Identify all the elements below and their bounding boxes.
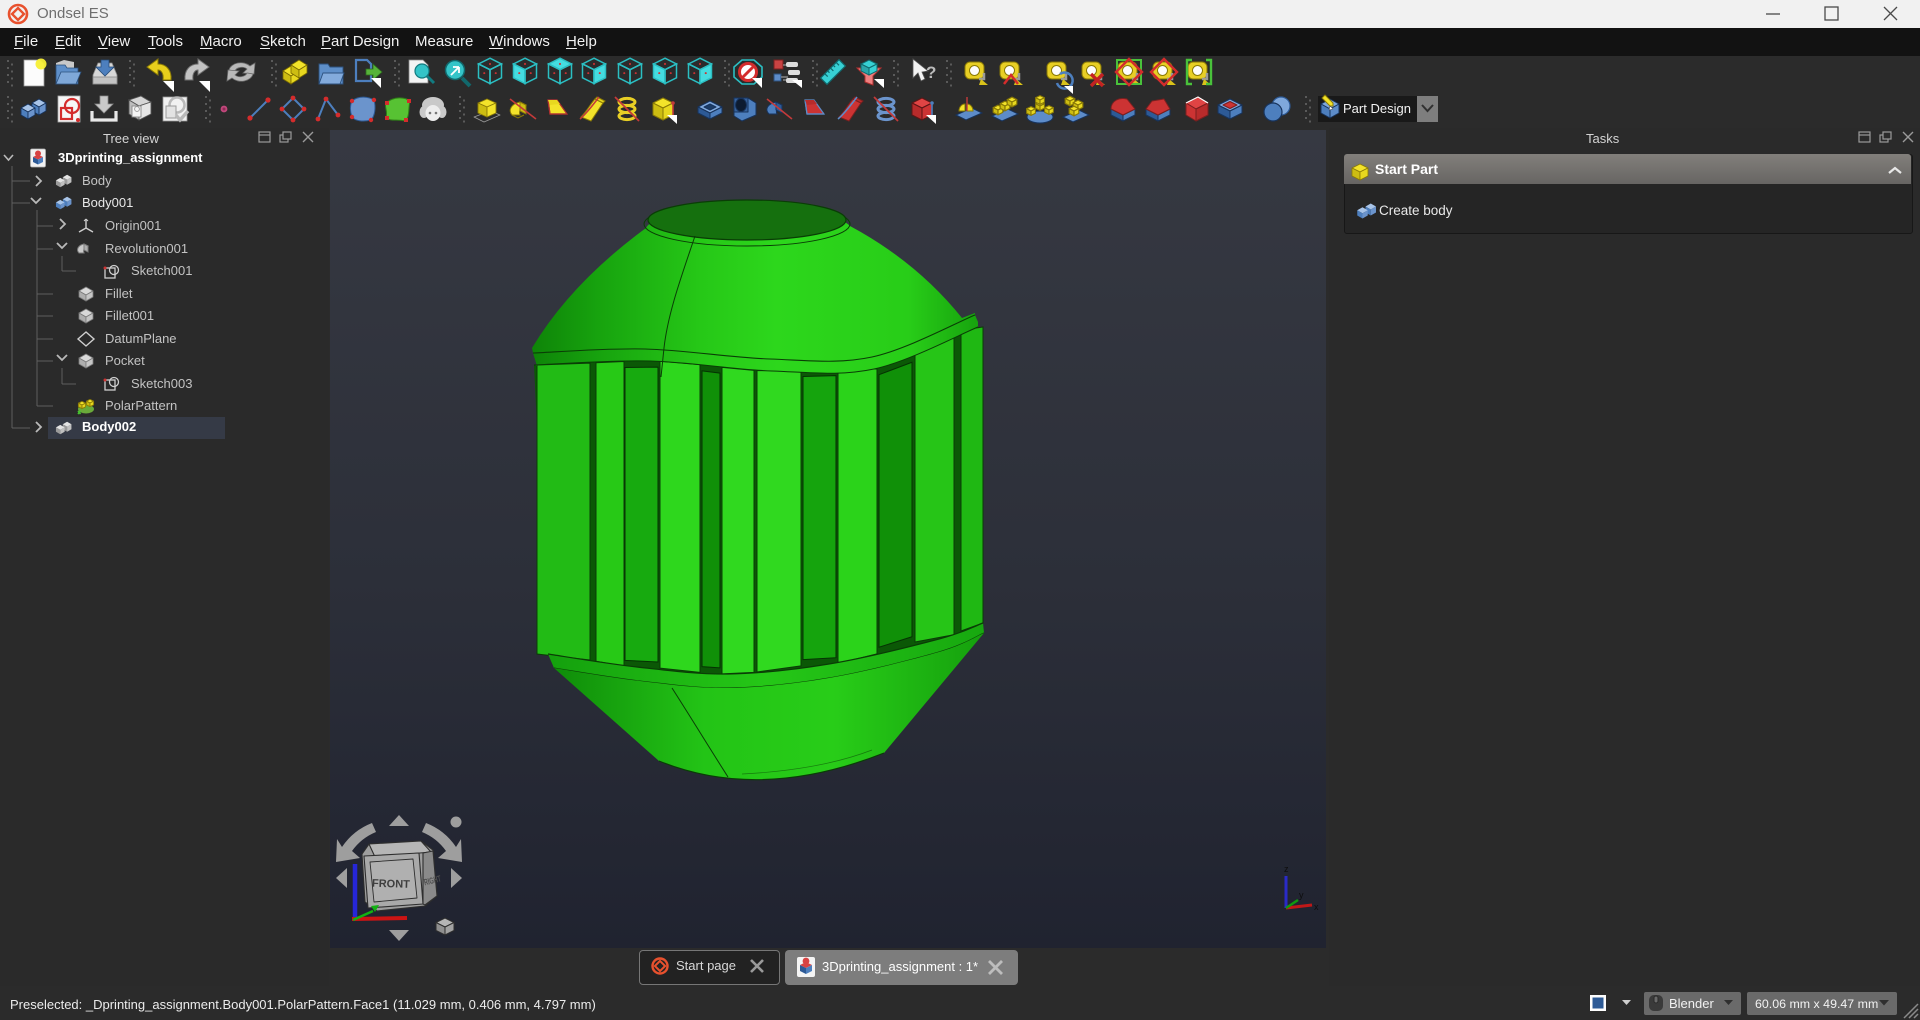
svg-text:?: ? — [926, 63, 936, 82]
svg-text:Part Design: Part Design — [1343, 101, 1411, 116]
svg-text:FRONT: FRONT — [372, 878, 411, 891]
svg-text:z: z — [1284, 864, 1289, 874]
svg-text:y: y — [1299, 890, 1304, 900]
svg-text:x: x — [1314, 902, 1319, 912]
